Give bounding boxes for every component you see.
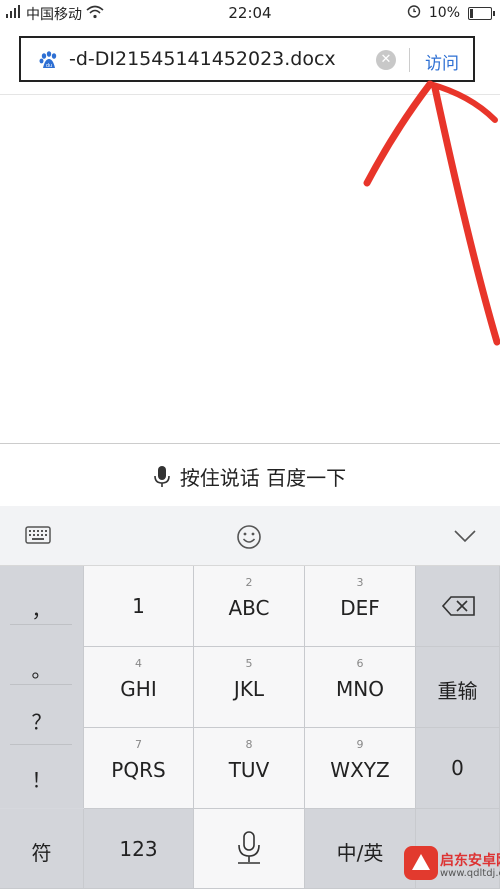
key-3[interactable]: 3 DEF: [305, 566, 416, 647]
exclaim-key[interactable]: ！: [0, 764, 83, 793]
battery-icon: [468, 6, 495, 20]
microphone-icon: [236, 831, 262, 869]
numeric-label: 123: [119, 837, 158, 861]
key-8[interactable]: 8 TUV: [194, 728, 305, 809]
status-bar: 中国移动 22:04 10%: [0, 0, 500, 28]
reenter-key[interactable]: 重输: [416, 647, 500, 728]
side-separator: [10, 624, 72, 625]
comma-key[interactable]: ，: [0, 594, 83, 623]
header-divider: [0, 94, 500, 95]
microphone-icon: [154, 466, 170, 493]
address-bar[interactable]: du -d-DI21545141452023.docx ✕ 访问: [19, 36, 475, 82]
key-number: 7: [135, 738, 142, 751]
symbol-label: 符: [31, 841, 52, 865]
key-number: 4: [135, 657, 142, 670]
key-label: DEF: [340, 596, 380, 620]
key-label: WXYZ: [330, 758, 390, 782]
key-number: 6: [356, 657, 364, 670]
key-number: 2: [245, 576, 253, 589]
period-key[interactable]: 。: [0, 654, 83, 683]
lang-label: 中/英: [336, 841, 384, 865]
voice-search-label: 按住说话 百度一下: [179, 466, 347, 490]
key-5[interactable]: 5 JKL: [194, 647, 305, 728]
backspace-icon: [441, 596, 476, 620]
zero-key[interactable]: 0: [416, 728, 500, 809]
voice-search-bar[interactable]: 按住说话 百度一下: [0, 443, 500, 507]
alarm-icon: [407, 4, 421, 22]
watermark-url: www.qdltdj.com: [440, 868, 500, 879]
side-separator: [10, 744, 72, 745]
visit-button[interactable]: 访问: [425, 49, 459, 74]
key-4[interactable]: 4 GHI: [84, 647, 194, 728]
punctuation-column[interactable]: ， 。 ？ ！: [0, 566, 84, 808]
backspace-key[interactable]: [416, 566, 500, 647]
key-label: JKL: [233, 677, 265, 701]
zero-label: 0: [451, 756, 464, 780]
emoji-icon[interactable]: [236, 524, 262, 554]
key-number: 9: [356, 738, 364, 751]
key-label: 1: [132, 594, 145, 618]
key-label: MNO: [336, 677, 384, 701]
key-2[interactable]: 2 ABC: [194, 566, 305, 647]
question-key[interactable]: ？: [0, 706, 83, 735]
key-label: TUV: [228, 758, 270, 782]
key-9[interactable]: 9 WXYZ: [305, 728, 416, 809]
key-number: 5: [245, 657, 253, 670]
key-label: GHI: [120, 677, 157, 701]
key-7[interactable]: 7 PQRS: [84, 728, 194, 809]
numeric-key[interactable]: 123: [84, 809, 194, 889]
key-label: PQRS: [111, 758, 166, 782]
chevron-down-icon[interactable]: [453, 528, 477, 547]
key-number: 8: [245, 738, 253, 751]
divider: [409, 48, 410, 72]
keyboard-icon[interactable]: [25, 526, 51, 548]
key-label: ABC: [228, 596, 270, 620]
watermark-text: 启东安卓网: [440, 853, 500, 869]
svg-text:du: du: [46, 63, 52, 69]
key-1[interactable]: 1: [84, 566, 194, 647]
url-input[interactable]: -d-DI21545141452023.docx: [69, 48, 369, 70]
baidu-paw-icon: du: [39, 51, 59, 71]
key-6[interactable]: 6 MNO: [305, 647, 416, 728]
side-separator: [10, 684, 72, 685]
key-number: 3: [356, 576, 364, 589]
keyboard-toolbar: [0, 506, 500, 566]
clear-icon[interactable]: ✕: [376, 50, 396, 70]
status-right: 10%: [407, 4, 495, 22]
battery-percent: 10%: [428, 5, 460, 21]
voice-space-key[interactable]: [194, 809, 305, 889]
reenter-label: 重输: [437, 679, 478, 703]
symbol-key[interactable]: 符: [0, 809, 84, 889]
